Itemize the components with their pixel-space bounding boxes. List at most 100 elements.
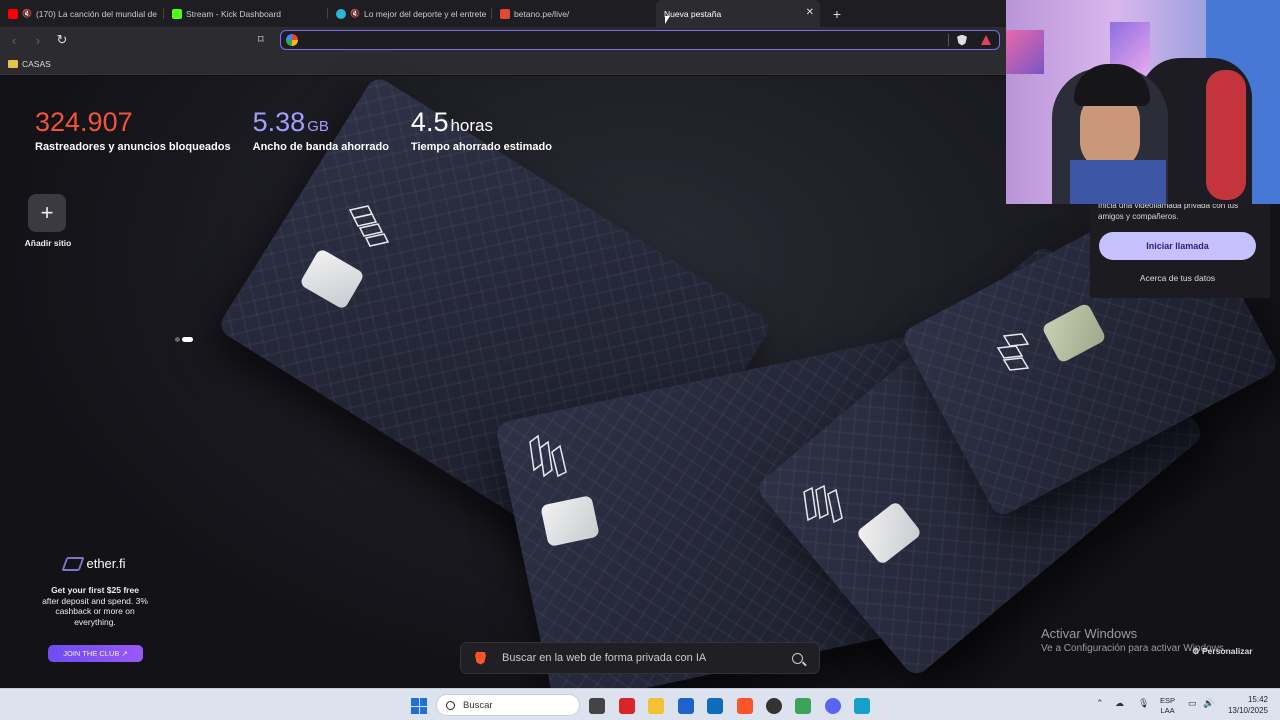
pagination-dots	[175, 337, 193, 342]
add-site-label: Añadir sitio	[24, 238, 72, 248]
tab-title: betano.pe/live/	[514, 8, 570, 19]
mouse-cursor-icon	[665, 16, 670, 24]
microsoft-store-icon[interactable]	[678, 698, 694, 714]
tab-betano[interactable]: betano.pe/live/	[492, 0, 656, 27]
plus-icon: +	[40, 200, 54, 225]
stat-label: Rastreadores y anuncios bloqueados	[35, 141, 231, 153]
brave-logo-icon	[475, 651, 486, 665]
brave-shields-icon[interactable]	[957, 34, 967, 46]
card-logo-icon	[996, 333, 1030, 371]
outlook-icon[interactable]	[707, 698, 723, 714]
tab-kick[interactable]: Stream - Kick Dashboard	[164, 0, 328, 27]
app-icon[interactable]	[795, 698, 811, 714]
screen: 🔇 (170) La canción del mundial de Stream…	[0, 0, 1280, 720]
search-placeholder[interactable]: Buscar en la web de forma privada con IA	[502, 652, 792, 664]
bookmark-folder-casas[interactable]: CASAS	[22, 59, 51, 69]
bookmark-icon[interactable]: ⌑	[258, 33, 264, 46]
browser-toolbar: ‹ › ↻ ⌑	[0, 27, 1006, 53]
sponsor-headline: Get your first $25 free	[51, 585, 139, 595]
taskbar-search[interactable]: Buscar	[436, 694, 580, 716]
system-clock[interactable]: 15:42 13/10/2025	[1224, 694, 1268, 716]
file-explorer-icon[interactable]	[648, 698, 664, 714]
address-bar[interactable]	[280, 30, 1000, 50]
clock-date: 13/10/2025	[1227, 706, 1268, 715]
streamer-shirt	[1070, 160, 1166, 204]
sponsor-brand: ether.fi	[86, 556, 126, 571]
card-logo-icon	[348, 205, 390, 247]
stat-value: 5.38	[252, 107, 306, 137]
tab-title: (170) La canción del mundial de	[35, 8, 157, 19]
wps-office-icon[interactable]	[619, 698, 635, 714]
stat-bandwidth: 5.38 GB Ancho de banda ahorrado	[253, 105, 389, 153]
sponsor-body: after deposit and spend. 3% cashback or …	[42, 595, 148, 627]
customize-label: Personalizar	[1201, 646, 1253, 656]
new-tab-button[interactable]: +	[826, 3, 848, 25]
sports-icon	[336, 8, 346, 19]
watermark-title: Activar Windows	[1041, 626, 1138, 641]
close-tab-icon[interactable]: ✕	[806, 7, 814, 18]
network-icon[interactable]: ▭	[1188, 698, 1197, 709]
tab-strip: 🔇 (170) La canción del mundial de Stream…	[0, 0, 1006, 27]
brave-rewards-icon[interactable]	[981, 35, 991, 45]
address-divider	[948, 34, 949, 46]
taskbar-search-label: Buscar	[463, 699, 493, 711]
tab-title: Stream - Kick Dashboard	[186, 8, 281, 19]
search-icon[interactable]	[792, 652, 803, 664]
brave-stats: 324.907 Rastreadores y anuncios bloquead…	[35, 105, 552, 153]
task-view-icon[interactable]	[589, 698, 605, 714]
stat-label: Tiempo ahorrado estimado	[410, 141, 552, 153]
volume-icon[interactable]: 🔊	[1203, 698, 1214, 709]
kick-icon	[172, 8, 182, 19]
obs-icon[interactable]	[766, 698, 782, 714]
brave-browser-icon[interactable]	[737, 698, 753, 714]
card-logo-icon	[803, 484, 843, 524]
ai-search-box[interactable]: Buscar en la web de forma privada con IA	[460, 642, 820, 674]
forward-icon[interactable]: ›	[28, 33, 48, 48]
card-logo-icon	[529, 434, 567, 478]
language-indicator[interactable]: ESP LAA	[1160, 696, 1175, 716]
language-code: ESP	[1160, 696, 1176, 705]
webcam-overlay	[1006, 0, 1280, 204]
stat-trackers: 324.907 Rastreadores y anuncios bloquead…	[35, 105, 231, 153]
stat-unit: GB	[307, 118, 329, 135]
google-icon	[286, 34, 298, 46]
discord-icon[interactable]	[825, 698, 841, 714]
add-site-button[interactable]: +	[28, 194, 66, 232]
sponsored-etherfi[interactable]: ether.fi Get your first $25 free after de…	[40, 556, 150, 627]
search-icon	[446, 700, 455, 710]
back-icon[interactable]: ‹	[4, 33, 24, 48]
customize-button[interactable]: ⚙ Personalizar	[1192, 646, 1253, 657]
youtube-icon	[8, 8, 18, 19]
page-dot-active[interactable]	[182, 337, 193, 342]
page-dot[interactable]	[175, 337, 180, 342]
bookmarks-bar: CASAS	[0, 53, 1006, 75]
stat-time: 4.5 horas Tiempo ahorrado estimado	[411, 105, 552, 153]
stat-value: 324.907	[35, 107, 133, 137]
notepad-icon[interactable]	[854, 698, 870, 714]
folder-icon	[8, 59, 18, 68]
tab-title: Lo mejor del deporte y el entrete	[363, 8, 487, 19]
stat-label: Ancho de banda ahorrado	[252, 141, 389, 153]
gaming-chair-accent	[1206, 70, 1246, 200]
tab-sports[interactable]: 🔇 Lo mejor del deporte y el entrete	[328, 0, 492, 27]
about-data-link[interactable]: Acerca de tus datos	[1090, 273, 1265, 283]
windows-taskbar: Buscar ⌃ ☁ 🎙 ESP LAA ▭ 🔊 15:42 13/10/202…	[0, 688, 1280, 720]
chevron-up-icon[interactable]: ⌃	[1096, 698, 1104, 709]
cloud-icon[interactable]: ☁	[1115, 698, 1124, 709]
windows-start-icon[interactable]	[411, 698, 427, 714]
microphone-icon[interactable]: 🎙	[1138, 698, 1149, 709]
join-club-button[interactable]: JOIN THE CLUB ↗	[48, 645, 143, 662]
betano-icon	[500, 8, 510, 19]
muted-icon[interactable]: 🔇	[350, 9, 360, 18]
reload-icon[interactable]: ↻	[52, 32, 72, 48]
clock-time: 15:42	[1247, 695, 1268, 704]
stat-value: 4.5	[410, 107, 449, 137]
stat-unit: horas	[450, 116, 493, 135]
tab-new-tab[interactable]: Nueva pestaña ✕	[656, 0, 820, 27]
talk-call-panel: Inicia una videollamada privada con tus …	[1090, 200, 1270, 298]
muted-icon[interactable]: 🔇	[22, 9, 32, 18]
start-call-button[interactable]: Iniciar llamada	[1099, 232, 1256, 260]
url-input[interactable]	[304, 34, 948, 46]
keyboard-layout: LAA	[1160, 706, 1175, 715]
tab-youtube[interactable]: 🔇 (170) La canción del mundial de	[0, 0, 164, 27]
